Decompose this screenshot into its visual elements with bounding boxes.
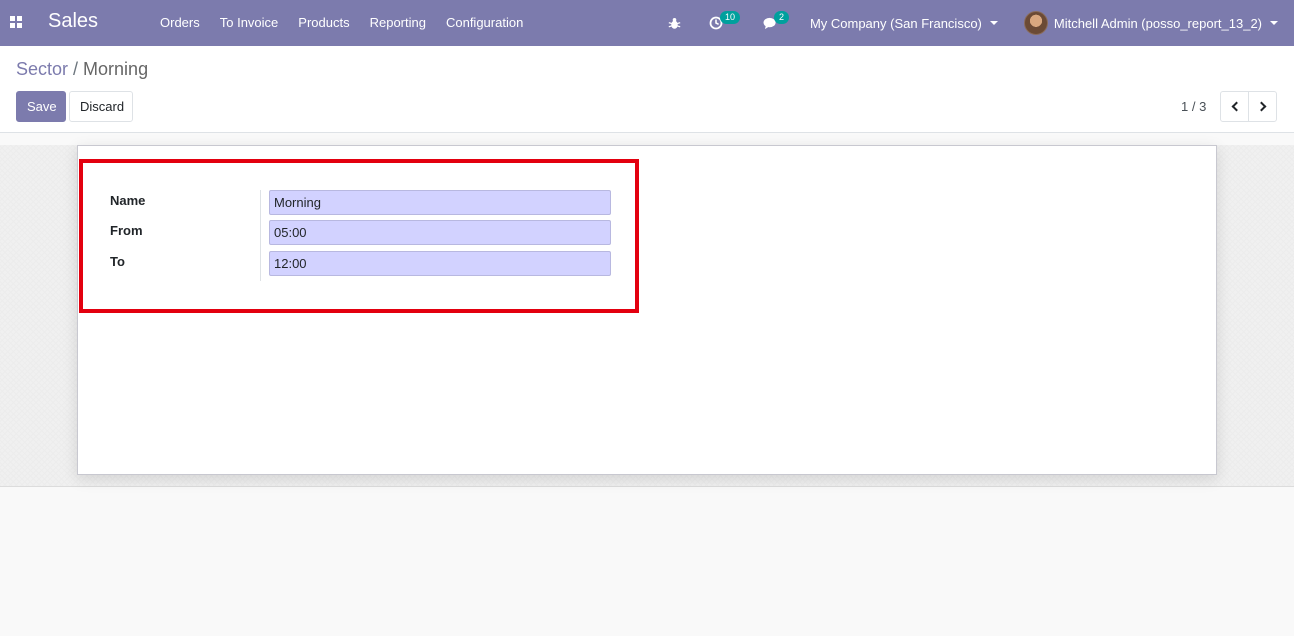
main-menu: Orders To Invoice Products Reporting Con…: [150, 0, 533, 46]
message-count-badge: 2: [773, 11, 789, 24]
breadcrumb-separator: /: [73, 59, 79, 79]
from-label: From: [110, 223, 143, 238]
debug-menu[interactable]: [658, 0, 699, 46]
company-switcher[interactable]: My Company (San Francisco): [800, 0, 1014, 46]
messaging-menu[interactable]: 2: [753, 0, 800, 46]
name-label: Name: [110, 193, 146, 208]
save-button[interactable]: Save: [16, 91, 66, 122]
menu-item-products[interactable]: Products: [288, 0, 359, 46]
pager-next-button[interactable]: [1248, 91, 1277, 122]
to-input[interactable]: [269, 251, 611, 276]
breadcrumb-current: Morning: [83, 59, 149, 79]
main-navbar: Sales Orders To Invoice Products Reporti…: [0, 0, 1294, 46]
activity-count-badge: 10: [719, 11, 740, 24]
discard-button[interactable]: Discard: [69, 91, 133, 122]
control-panel: Sector / Morning Save Discard 1 / 3: [0, 46, 1294, 133]
to-label: To: [110, 254, 125, 269]
user-name: Mitchell Admin (posso_report_13_2): [1053, 15, 1262, 31]
pager-previous-button[interactable]: [1220, 91, 1249, 122]
chevron-right-icon: [1256, 101, 1266, 112]
bug-icon: [668, 17, 681, 29]
systray: 10 2 My Company (San Francisco) Mitchell…: [658, 0, 1294, 46]
breadcrumb-parent[interactable]: Sector: [16, 59, 68, 79]
user-menu[interactable]: Mitchell Admin (posso_report_13_2): [1014, 0, 1294, 46]
menu-item-to-invoice[interactable]: To Invoice: [210, 0, 289, 46]
menu-item-reporting[interactable]: Reporting: [360, 0, 436, 46]
breadcrumb: Sector / Morning: [16, 59, 148, 80]
activity-menu[interactable]: 10: [699, 0, 753, 46]
pager-value[interactable]: 1 / 3: [1181, 99, 1206, 114]
menu-item-configuration[interactable]: Configuration: [436, 0, 533, 46]
chevron-left-icon: [1231, 101, 1241, 112]
chevron-down-icon: [989, 21, 998, 25]
menu-item-orders[interactable]: Orders: [150, 0, 210, 46]
company-name: My Company (San Francisco): [809, 15, 982, 31]
avatar: [1023, 11, 1048, 35]
field-separator: [260, 190, 261, 281]
name-input[interactable]: [269, 190, 611, 215]
chevron-down-icon: [1270, 21, 1278, 25]
apps-icon[interactable]: [10, 16, 22, 28]
app-brand[interactable]: Sales: [48, 10, 98, 33]
from-input[interactable]: [269, 220, 611, 245]
